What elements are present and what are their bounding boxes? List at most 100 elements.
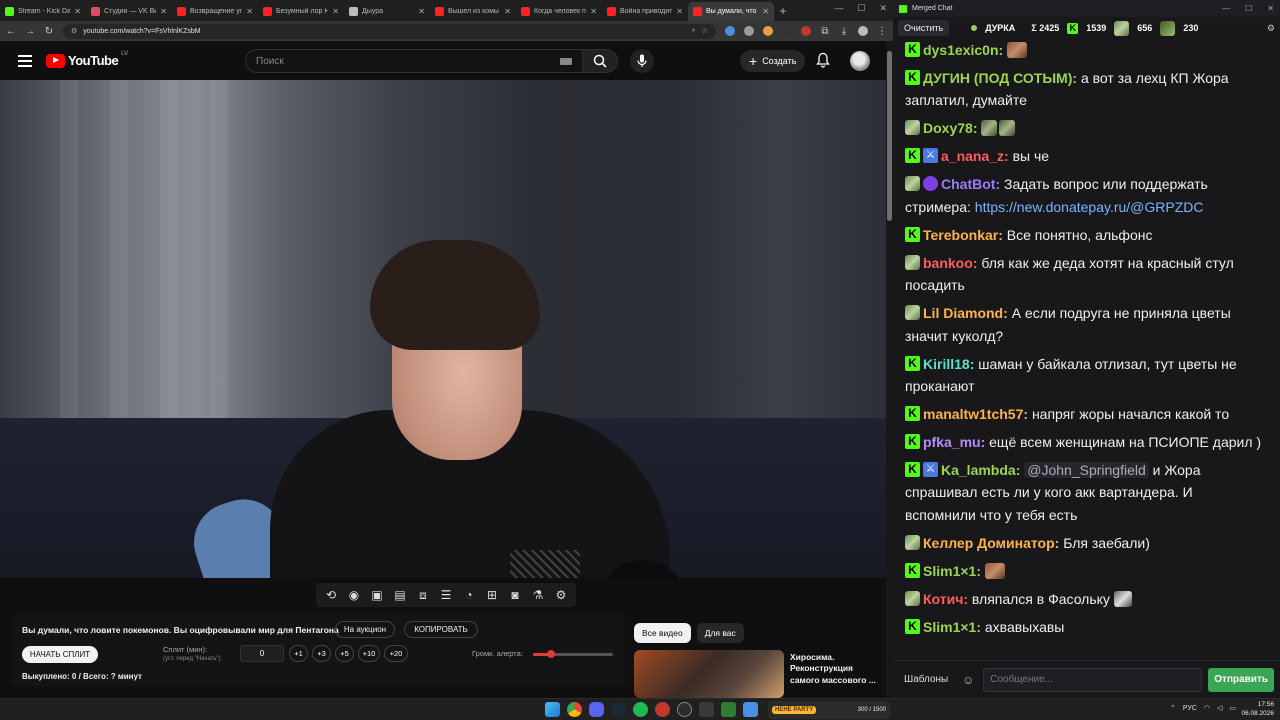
tab-close-icon[interactable]: ✕ xyxy=(332,7,339,16)
step-button[interactable]: +10 xyxy=(358,645,380,662)
chat-link[interactable]: https://new.donatepay.ru/@GRPZDC xyxy=(975,199,1204,215)
tab-close-icon[interactable]: ✕ xyxy=(160,7,167,16)
add-icon[interactable]: ⊞ xyxy=(485,588,499,602)
bookmark-icon[interactable]: ☆ xyxy=(702,27,708,35)
chat-username[interactable]: Lil Diamond xyxy=(923,305,1008,321)
video-settings-icon[interactable]: ▣ xyxy=(370,588,384,602)
chat-username[interactable]: manaltw1tch57 xyxy=(923,406,1028,422)
discord-icon[interactable] xyxy=(589,702,604,717)
clear-chat-button[interactable]: Очистить xyxy=(898,20,950,36)
extension-icon[interactable] xyxy=(801,26,811,36)
chat-username[interactable]: Terebonkar xyxy=(923,227,1003,243)
chat-username[interactable]: bankoo xyxy=(923,255,977,271)
step-button[interactable]: +3 xyxy=(312,645,331,662)
account-avatar[interactable] xyxy=(850,51,870,71)
chat-username[interactable]: Келлер Доминатор xyxy=(923,535,1059,551)
chat-username[interactable]: Doxy78 xyxy=(923,120,977,136)
obs-icon[interactable] xyxy=(677,702,692,717)
app-icon[interactable] xyxy=(721,702,736,717)
extension-icon[interactable] xyxy=(725,26,735,36)
minimize-icon[interactable]: — xyxy=(1222,4,1230,13)
browser-tab[interactable]: Студия — VK Видео✕ xyxy=(86,2,172,21)
browser-tab[interactable]: Вы думали, что ло ✕ xyxy=(688,2,774,21)
tab-close-icon[interactable]: ✕ xyxy=(762,7,769,16)
youtube-logo[interactable]: YouTube LV xyxy=(46,51,128,68)
tab-close-icon[interactable]: ✕ xyxy=(676,7,683,16)
windows-start-icon[interactable] xyxy=(545,702,560,717)
playlist-icon[interactable]: ☰ xyxy=(439,588,453,602)
chat-username[interactable]: Котич xyxy=(923,591,968,607)
tab-close-icon[interactable]: ✕ xyxy=(590,7,597,16)
steam-icon[interactable] xyxy=(611,702,626,717)
menu-dots-icon[interactable]: ⋮ xyxy=(877,26,887,37)
menu-icon[interactable] xyxy=(18,54,32,67)
reload-icon[interactable]: ↻ xyxy=(44,26,54,37)
extension-icon[interactable] xyxy=(763,26,773,36)
step-button[interactable]: +1 xyxy=(289,645,308,662)
language-indicator[interactable]: РУС xyxy=(1183,705,1197,712)
extensions-puzzle-icon[interactable]: ⧉ xyxy=(820,26,830,37)
app-icon[interactable] xyxy=(743,702,758,717)
picture-in-picture-icon[interactable]: ⧈ xyxy=(416,588,430,603)
tab-close-icon[interactable]: ✕ xyxy=(504,7,511,16)
extension-icon[interactable] xyxy=(782,26,792,36)
chip-all-videos[interactable]: Все видео xyxy=(634,623,691,643)
loop-icon[interactable]: ⟲ xyxy=(324,588,338,602)
app-icon[interactable] xyxy=(655,702,670,717)
chat-username[interactable]: Ka_lambda xyxy=(941,462,1020,478)
profile-avatar[interactable] xyxy=(858,26,868,36)
new-tab-icon[interactable]: + xyxy=(774,4,792,18)
wifi-icon[interactable]: ◠ xyxy=(1204,704,1210,712)
browser-tab[interactable]: Возвращение упорт✕ xyxy=(172,2,258,21)
keyboard-icon[interactable] xyxy=(560,57,572,65)
chrome-icon[interactable] xyxy=(567,702,582,717)
browser-tab[interactable]: Вышел из комы ✕ xyxy=(430,2,516,21)
tab-close-icon[interactable]: ✕ xyxy=(74,7,81,16)
browser-tab[interactable]: Дыура ✕ xyxy=(344,2,430,21)
copy-button[interactable]: КОПИРОВАТЬ xyxy=(404,621,478,638)
maximize-icon[interactable]: ☐ xyxy=(857,3,865,14)
tab-close-icon[interactable]: ✕ xyxy=(418,7,425,16)
close-icon[interactable]: ✕ xyxy=(1267,4,1274,13)
tray-chevron-icon[interactable]: ⌃ xyxy=(1170,704,1176,712)
chat-username[interactable]: ДУГИН (ПОД СОТЫМ) xyxy=(923,70,1077,86)
clock[interactable]: 17:56 06.08.2026 xyxy=(1241,700,1274,718)
chat-username[interactable]: Kirill18 xyxy=(923,356,974,372)
alert-volume-knob[interactable] xyxy=(546,650,555,658)
chat-username[interactable]: ChatBot xyxy=(941,176,1000,192)
browser-tab[interactable]: Война приводит ✕ xyxy=(602,2,688,21)
close-icon[interactable]: ✕ xyxy=(879,3,887,14)
chat-scrollbar[interactable] xyxy=(1274,39,1280,660)
chat-mention[interactable]: @John_Springfield xyxy=(1024,462,1149,479)
browser-tab[interactable]: Когда человек по ✕ xyxy=(516,2,602,21)
page-scrollbar-thumb[interactable] xyxy=(887,51,892,221)
video-player[interactable] xyxy=(0,80,886,578)
send-button[interactable]: Отправить xyxy=(1208,667,1274,692)
recommended-video-title[interactable]: Хиросима. Реконструкция самого массового… xyxy=(790,652,882,686)
chip-for-you[interactable]: Для вас xyxy=(696,623,744,643)
minimize-icon[interactable]: — xyxy=(834,3,843,14)
spotify-icon[interactable] xyxy=(633,702,648,717)
create-button[interactable]: + Создать xyxy=(740,50,806,72)
zoom-icon[interactable]: ⌕ xyxy=(692,27,696,35)
extension-icon[interactable] xyxy=(744,26,754,36)
start-split-button[interactable]: НАЧАТЬ СПЛИТ xyxy=(22,646,98,663)
battery-icon[interactable]: ▭ xyxy=(1229,704,1236,712)
chat-username[interactable]: Slim1×1 xyxy=(923,563,981,579)
browser-tab[interactable]: Stream - Kick Dash✕ xyxy=(0,2,86,21)
search-input[interactable]: Поиск xyxy=(245,49,582,73)
browser-tab[interactable]: Безумный лор Ни ✕ xyxy=(258,2,344,21)
site-info-icon[interactable]: ⚙ xyxy=(71,27,77,35)
volume-icon[interactable]: ◁ xyxy=(1217,704,1222,712)
flask-icon[interactable]: ⚗ xyxy=(531,588,545,602)
page-scrollbar[interactable] xyxy=(886,41,893,698)
tab-close-icon[interactable]: ✕ xyxy=(246,7,253,16)
app-icon[interactable] xyxy=(699,702,714,717)
gear-icon[interactable]: ⚙ xyxy=(1267,23,1275,34)
chat-username[interactable]: pfka_mu xyxy=(923,434,985,450)
templates-button[interactable]: Шаблоны xyxy=(899,674,953,685)
screenshot-icon[interactable]: ◙ xyxy=(508,588,522,602)
maximize-icon[interactable]: ☐ xyxy=(1245,4,1252,13)
split-minutes-input[interactable]: 0 xyxy=(240,645,284,662)
forward-icon[interactable]: → xyxy=(25,26,35,37)
